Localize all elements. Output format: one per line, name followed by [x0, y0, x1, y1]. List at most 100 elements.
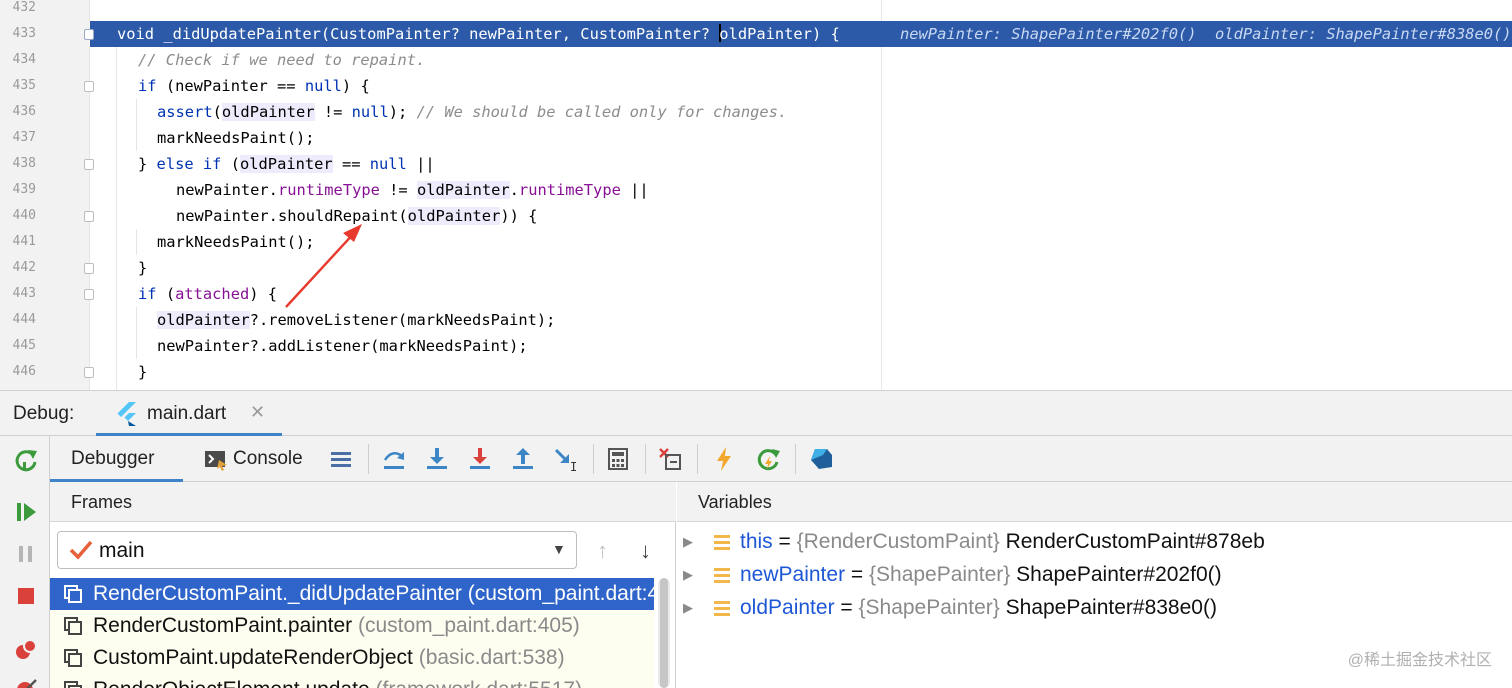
variable-text: oldPainter = {ShapePainter} ShapePainter…: [740, 596, 1217, 619]
close-icon[interactable]: ✕: [250, 402, 265, 423]
fold-marker-icon[interactable]: [84, 289, 94, 300]
code-line: 443 if (attached) {: [0, 281, 1512, 307]
console-icon: [205, 451, 227, 471]
run-to-cursor-icon[interactable]: I: [552, 445, 580, 473]
field-icon: [714, 568, 730, 583]
next-frame-icon[interactable]: ↓: [640, 538, 651, 564]
code-line: 438 } else if (oldPainter == null ||: [0, 151, 1512, 177]
variable-row[interactable]: ▶ oldPainter = {ShapePainter} ShapePaint…: [677, 594, 1512, 626]
frames-panel: Frames main ▼ ↑ ↓ RenderCustomPaint._did…: [50, 482, 676, 688]
code-line: 442 }: [0, 255, 1512, 281]
line-number: 437: [12, 130, 36, 145]
variable-row[interactable]: ▶ newPainter = {ShapePainter} ShapePaint…: [677, 561, 1512, 593]
stop-icon[interactable]: [12, 582, 40, 610]
layout-menu-icon[interactable]: [327, 445, 355, 473]
tab-debugger[interactable]: Debugger: [50, 436, 183, 482]
code-text: newPainter.shouldRepaint(oldPainter)) {: [176, 207, 538, 225]
line-number: 446: [12, 364, 36, 379]
indent-guide: [136, 99, 137, 151]
tab-debugger-label: Debugger: [71, 448, 155, 469]
fold-marker-icon[interactable]: [84, 81, 94, 92]
inline-debug-values: newPainter: ShapePainter#202f0() oldPain…: [900, 25, 1512, 43]
previous-frame-icon[interactable]: ↑: [597, 538, 608, 564]
variables-title: Variables: [698, 492, 772, 512]
expand-arrow-icon[interactable]: ▶: [683, 534, 693, 550]
pause-icon[interactable]: [12, 540, 40, 568]
frame-list: RenderCustomPaint._didUpdatePainter (cus…: [50, 578, 654, 688]
indent-guide: [136, 229, 137, 255]
toolbar-separator: [645, 444, 646, 474]
thread-label: main: [99, 539, 145, 562]
code-text: // Check if we need to repaint.: [138, 51, 426, 69]
hot-reload-icon[interactable]: [710, 445, 738, 473]
fold-marker-icon[interactable]: [84, 211, 94, 222]
line-number: 442: [12, 260, 36, 275]
frames-scrollbar[interactable]: [658, 578, 670, 688]
step-into-icon[interactable]: [423, 445, 451, 473]
indent-guide: [136, 307, 137, 359]
variable-row[interactable]: ▶ this = {RenderCustomPaint} RenderCusto…: [677, 528, 1512, 560]
expand-arrow-icon[interactable]: ▶: [683, 567, 693, 583]
run-tab-label: main.dart: [147, 403, 227, 424]
tab-console[interactable]: Console: [202, 436, 320, 482]
fold-marker-icon[interactable]: [84, 263, 94, 274]
code-editor[interactable]: 432 433 void _didUpdatePainter(CustomPai…: [0, 0, 1512, 390]
line-number: 435: [12, 78, 36, 93]
view-breakpoints-icon[interactable]: [12, 636, 40, 664]
line-number: 445: [12, 338, 36, 353]
code-text: newPainter.runtimeType != oldPainter.run…: [176, 181, 649, 199]
mute-breakpoints-icon[interactable]: [12, 676, 40, 688]
run-config-tab[interactable]: main.dart ✕: [96, 391, 282, 436]
expand-arrow-icon[interactable]: ▶: [683, 600, 693, 616]
code-text: markNeedsPaint();: [157, 233, 315, 251]
chevron-down-icon: ▼: [552, 541, 566, 557]
code-text: } else if (oldPainter == null ||: [138, 155, 435, 173]
evaluate-expression-icon[interactable]: [604, 445, 632, 473]
stack-frame-icon: [64, 681, 82, 688]
frame-row[interactable]: RenderCustomPaint.painter (custom_paint.…: [50, 610, 654, 642]
toolbar-separator: [697, 444, 698, 474]
toolbar-separator: [368, 444, 369, 474]
variable-text: newPainter = {ShapePainter} ShapePainter…: [740, 563, 1222, 586]
resume-icon[interactable]: [12, 498, 40, 526]
debug-actions-strip: [0, 436, 50, 688]
scrollbar-thumb[interactable]: [660, 578, 668, 688]
code-text: oldPainter?.removeListener(markNeedsPain…: [157, 311, 556, 329]
toolbar-separator: [795, 444, 796, 474]
frame-label: RenderObjectElement.update (framework.da…: [93, 678, 582, 688]
frame-row-selected[interactable]: RenderCustomPaint._didUpdatePainter (cus…: [50, 578, 654, 610]
dart-devtools-icon[interactable]: [807, 445, 835, 473]
line-number: 432: [12, 0, 36, 15]
code-text: if (newPainter == null) {: [138, 77, 370, 95]
stack-frame-icon: [64, 617, 82, 635]
line-number: 439: [12, 182, 36, 197]
frame-row[interactable]: RenderObjectElement.update (framework.da…: [50, 674, 654, 688]
fold-marker-icon[interactable]: [84, 159, 94, 170]
frame-label: RenderCustomPaint.painter (custom_paint.…: [93, 614, 580, 637]
line-number: 441: [12, 234, 36, 249]
frame-row[interactable]: CustomPaint.updateRenderObject (basic.da…: [50, 642, 654, 674]
flutter-icon: [117, 402, 136, 426]
debug-tool-window-bar: Debug: main.dart ✕: [0, 390, 1512, 436]
force-step-into-icon[interactable]: [466, 445, 494, 473]
step-over-icon[interactable]: [380, 445, 408, 473]
fold-marker-icon[interactable]: [84, 367, 94, 378]
frames-header: Frames: [50, 482, 676, 522]
line-number: 444: [12, 312, 36, 327]
code-line: 444 oldPainter?.removeListener(markNeeds…: [0, 307, 1512, 333]
variable-text: this = {RenderCustomPaint} RenderCustomP…: [740, 530, 1265, 553]
step-out-icon[interactable]: [509, 445, 537, 473]
field-icon: [714, 601, 730, 616]
fold-marker-icon[interactable]: [84, 29, 94, 40]
code-line: 441 markNeedsPaint();: [0, 229, 1512, 255]
line-number: 434: [12, 52, 36, 67]
thread-select[interactable]: main ▼: [57, 531, 577, 569]
line-number: 440: [12, 208, 36, 223]
line-number: 436: [12, 104, 36, 119]
rerun-icon[interactable]: [12, 446, 40, 474]
tab-console-label: Console: [233, 448, 303, 469]
frames-title: Frames: [71, 492, 133, 512]
drop-frame-icon[interactable]: [656, 445, 684, 473]
code-text: assert(oldPainter != null); // We should…: [157, 103, 788, 121]
hot-restart-icon[interactable]: [754, 445, 782, 473]
